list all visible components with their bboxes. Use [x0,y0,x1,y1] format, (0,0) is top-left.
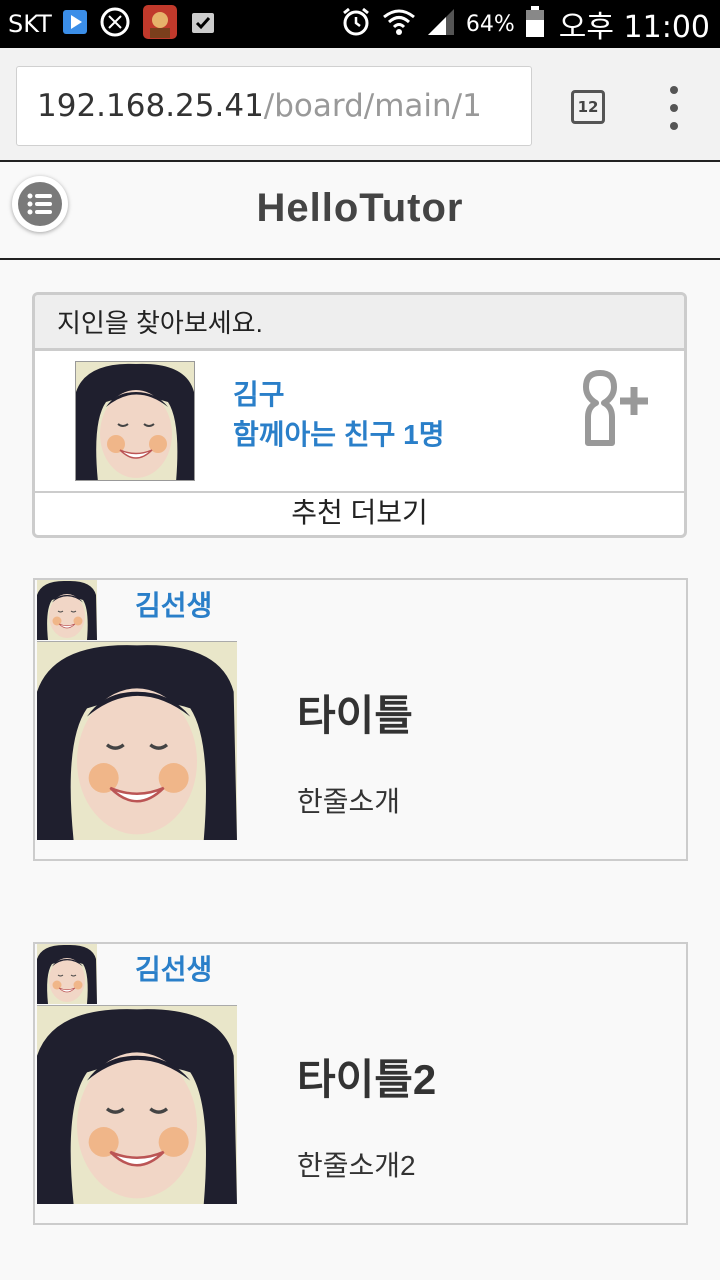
alarm-icon [340,6,372,43]
play-store-icon [62,9,88,40]
battery-icon [525,5,545,43]
status-bar: SKT 64% 오후 11:00 [0,0,720,48]
mutual-friends[interactable]: 함께아는 친구 1명 [233,413,444,453]
signal-icon [426,7,456,42]
post-photo[interactable] [37,641,237,840]
url-host: 192.168.25.41 [37,88,264,124]
app-header: HelloTutor [0,164,720,260]
tab-switcher-button[interactable]: 12 [571,90,605,124]
clock: 오후 11:00 [558,10,710,45]
wifi-icon [382,7,416,42]
url-bar[interactable]: 192.168.25.41/board/main/1 [16,66,532,146]
post-intro: 한줄소개2 [297,1150,416,1181]
browser-toolbar: 192.168.25.41/board/main/1 12 [0,48,720,162]
app-logo[interactable]: HelloTutor [0,186,720,231]
add-friend-button[interactable] [573,351,665,473]
find-friends-panel: 지인을 찾아보세요. 김구 함께아는 친구 1명 추천 더보기 [32,292,687,538]
carrier-label: SKT [8,10,52,38]
post-card[interactable]: 김선생 타이틀2 한줄소개2 [33,942,688,1225]
post-photo[interactable] [37,1005,237,1204]
settings-badge-icon [98,5,132,44]
friend-name[interactable]: 김구 [233,373,285,413]
author-name[interactable]: 김선생 [135,584,212,624]
battery-percent: 64% [465,11,515,37]
overflow-menu-icon[interactable] [664,86,684,130]
author-avatar[interactable] [37,944,97,1004]
more-recommendations-link[interactable]: 추천 더보기 [35,493,684,535]
author-avatar[interactable] [37,580,97,640]
post-title[interactable]: 타이틀 [297,682,413,743]
post-title[interactable]: 타이틀2 [297,1046,436,1107]
post-intro: 한줄소개 [297,786,401,817]
url-path: /board/main/1 [263,88,482,124]
author-name[interactable]: 김선생 [135,948,212,988]
friend-suggestion: 김구 함께아는 친구 1명 [35,351,684,493]
clipboard-check-icon [188,7,218,42]
friend-avatar[interactable] [75,361,195,481]
add-person-icon [583,370,648,446]
post-card[interactable]: 김선생 타이틀 한줄소개 [33,578,688,861]
game-app-icon [142,4,178,45]
find-friends-header: 지인을 찾아보세요. [35,295,684,351]
